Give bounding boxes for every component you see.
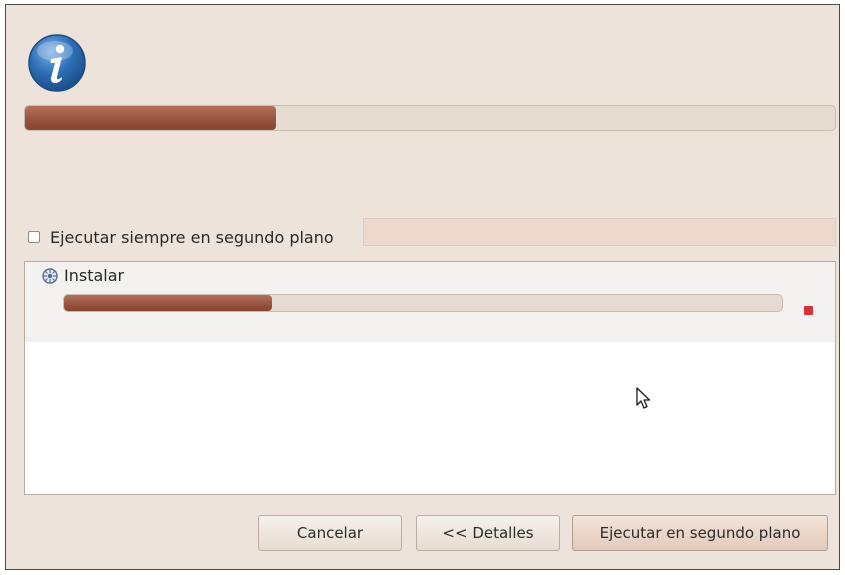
run-always-background-label[interactable]: Ejecutar siempre en segundo plano <box>50 228 334 247</box>
status-message-field <box>363 218 836 246</box>
details-button-label: << Detalles <box>442 524 534 542</box>
run-in-background-button-label: Ejecutar en segundo plano <box>599 524 801 542</box>
stop-job-button[interactable] <box>801 303 815 317</box>
run-always-background-option[interactable]: Ejecutar siempre en segundo plano <box>28 225 334 249</box>
details-button[interactable]: << Detalles <box>416 515 560 551</box>
overall-progress-fill <box>25 106 277 130</box>
job-progress-bar <box>63 294 783 312</box>
cancel-button-label: Cancelar <box>296 524 364 542</box>
stop-icon <box>803 305 813 315</box>
job-progress-fill <box>64 295 273 311</box>
mouse-pointer-icon <box>636 387 651 409</box>
list-item[interactable]: Instalar <box>25 262 835 342</box>
run-always-background-checkbox[interactable] <box>28 231 40 243</box>
info-icon <box>28 34 86 92</box>
run-in-background-button[interactable]: Ejecutar en segundo plano <box>572 515 828 551</box>
cancel-button[interactable]: Cancelar <box>258 515 402 551</box>
job-label: Instalar <box>64 266 125 285</box>
job-list: Instalar <box>24 261 836 495</box>
install-job-icon <box>42 268 58 284</box>
overall-progress-bar <box>24 105 836 131</box>
progress-dialog: Ejecutar siempre en segundo plano Instal… <box>5 4 840 570</box>
